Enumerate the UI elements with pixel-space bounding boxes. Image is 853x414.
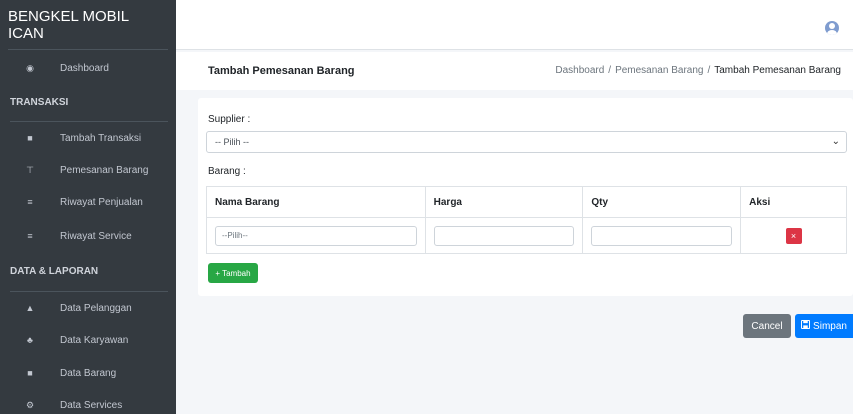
user-avatar-icon[interactable] — [825, 21, 839, 35]
cell-nama-barang: --Pilih-- — [206, 217, 426, 254]
nama-barang-select[interactable]: --Pilih-- — [215, 225, 417, 246]
chevron-down-icon: ⌄ — [831, 136, 840, 147]
sidebar-item-data-barang[interactable]: ■ Data Barang — [0, 363, 176, 383]
add-row-button[interactable]: + Tambah — [208, 263, 258, 283]
form-card: Supplier : -- Pilih -- ⌄ Barang : Nama B… — [198, 98, 853, 296]
cancel-button[interactable]: Cancel — [743, 314, 791, 338]
sidebar: BENGKEL MOBIL ICAN ◉ Dashboard TRANSAKSI… — [0, 0, 176, 414]
plus-square-icon: ■ — [27, 133, 33, 143]
cell-aksi: × — [740, 217, 847, 254]
supplier-select[interactable]: -- Pilih -- ⌄ — [206, 131, 847, 153]
list-icon: ≡ — [27, 231, 33, 241]
save-button[interactable]: Simpan — [795, 314, 853, 338]
breadcrumb: Dashboard / Pemesanan Barang / Tambah Pe… — [555, 65, 841, 76]
cogs-icon: ⚙ — [25, 399, 35, 410]
plus-icon: + — [215, 268, 221, 278]
column-header-aksi: Aksi — [740, 186, 847, 218]
nav-divider — [10, 121, 168, 122]
save-label: Simpan — [813, 320, 847, 332]
sidebar-item-label: Data Karyawan — [60, 334, 129, 346]
column-header-nama-barang: Nama Barang — [206, 186, 426, 218]
sidebar-item-label: Data Services — [60, 399, 123, 411]
floppy-icon — [800, 319, 811, 332]
nav-header-transaksi: TRANSAKSI — [10, 97, 69, 108]
nav-header-data-laporan: DATA & LAPORAN — [10, 266, 99, 277]
sidebar-item-data-pelanggan[interactable]: ▲ Data Pelanggan — [0, 298, 176, 318]
list-icon: ≡ — [27, 197, 33, 207]
barang-table: Nama Barang Harga Qty Aksi --Pilih-- × — [206, 186, 847, 254]
sidebar-item-dashboard[interactable]: ◉ Dashboard — [0, 58, 176, 78]
sidebar-item-pemesanan-barang[interactable]: ⊤ Pemesanan Barang — [0, 160, 176, 180]
sidebar-item-data-services[interactable]: ⚙ Data Services — [0, 395, 176, 414]
supplier-select-value: -- Pilih -- — [215, 137, 249, 147]
sidebar-item-tambah-transaksi[interactable]: ■ Tambah Transaksi — [0, 128, 176, 148]
page-title: Tambah Pemesanan Barang — [208, 65, 355, 77]
box-icon: ■ — [27, 368, 33, 378]
harga-input[interactable] — [433, 225, 575, 246]
breadcrumb-dashboard[interactable]: Dashboard — [555, 65, 604, 76]
add-row-label: Tambah — [222, 268, 251, 278]
sidebar-item-data-karyawan[interactable]: ♣ Data Karyawan — [0, 330, 176, 350]
dashboard-icon: ◉ — [26, 62, 34, 73]
breadcrumb-separator: / — [707, 65, 711, 76]
users-icon: ♣ — [27, 335, 33, 345]
supplier-label: Supplier : — [208, 114, 251, 125]
table-header-row: Nama Barang Harga Qty Aksi — [206, 186, 847, 218]
cell-harga — [424, 217, 584, 254]
barang-label: Barang : — [208, 166, 246, 177]
cart-icon: ⊤ — [26, 164, 34, 175]
sidebar-item-label: Riwayat Penjualan — [60, 196, 143, 208]
cell-qty — [582, 217, 742, 254]
sidebar-item-label: Data Barang — [60, 367, 117, 379]
sidebar-item-riwayat-penjualan[interactable]: ≡ Riwayat Penjualan — [0, 192, 176, 212]
delete-row-button[interactable]: × — [785, 227, 802, 244]
table-row: --Pilih-- × — [206, 217, 847, 254]
close-icon: × — [790, 230, 797, 241]
nav-divider — [10, 291, 168, 292]
breadcrumb-pemesanan-barang[interactable]: Pemesanan Barang — [615, 65, 703, 76]
sidebar-item-label: Pemesanan Barang — [60, 164, 149, 176]
brand-title[interactable]: BENGKEL MOBIL ICAN — [8, 0, 168, 50]
sidebar-item-riwayat-service[interactable]: ≡ Riwayat Service — [0, 226, 176, 246]
column-header-qty: Qty — [582, 186, 742, 218]
breadcrumb-current: Tambah Pemesanan Barang — [714, 65, 841, 76]
sidebar-item-label: Data Pelanggan — [60, 302, 132, 314]
breadcrumb-separator: / — [608, 65, 612, 76]
column-header-harga: Harga — [424, 186, 584, 218]
top-navbar — [176, 0, 853, 50]
sidebar-item-label: Riwayat Service — [60, 230, 132, 242]
qty-input[interactable] — [591, 225, 733, 246]
content-header: Tambah Pemesanan Barang Dashboard / Peme… — [176, 52, 853, 90]
sidebar-item-label: Dashboard — [60, 62, 109, 74]
user-icon: ▲ — [25, 303, 35, 313]
sidebar-item-label: Tambah Transaksi — [60, 132, 142, 144]
